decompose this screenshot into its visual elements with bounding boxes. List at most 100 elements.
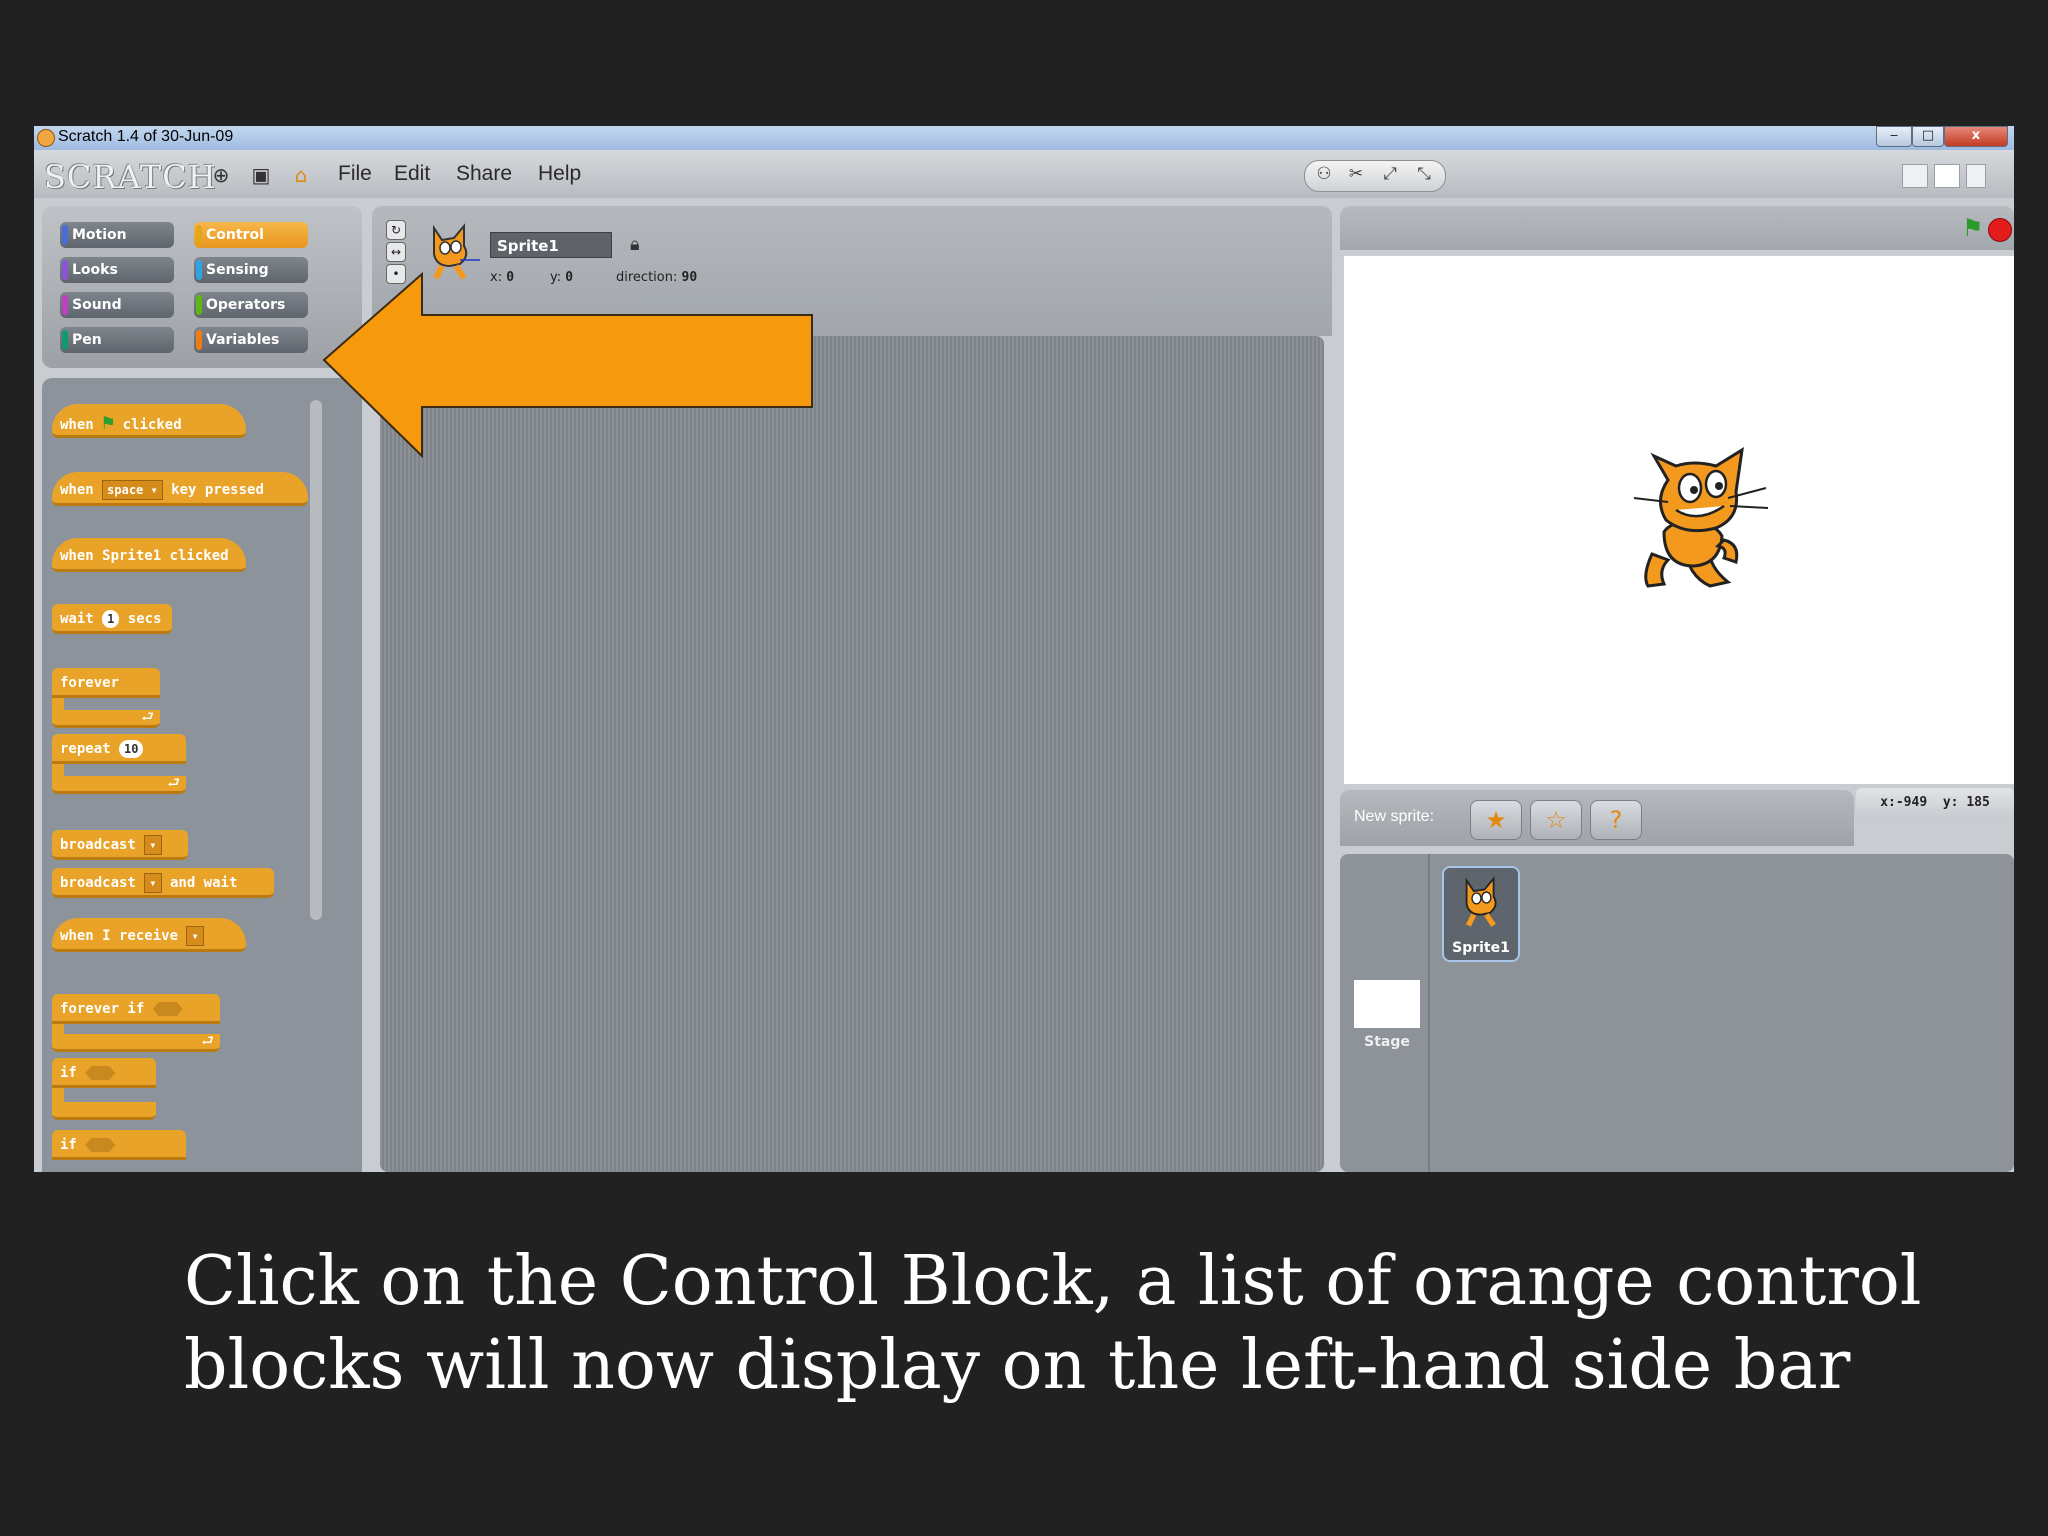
share-icon[interactable]: ⌂ (290, 164, 312, 186)
mouse-coordinates: x:-949 y: 185 (1856, 788, 2014, 818)
category-sound[interactable]: Sound (60, 292, 174, 318)
category-sensing-label: Sensing (206, 262, 269, 278)
save-icon[interactable]: ▣ (250, 164, 272, 186)
block-text: when (60, 417, 94, 433)
block-text: if (60, 1137, 77, 1153)
presentation-mode-button[interactable] (1966, 164, 1986, 188)
block-text: key pressed (171, 482, 264, 498)
new-sprite-label: New sprite: (1354, 808, 1435, 825)
normal-stage-view-button[interactable] (1934, 164, 1960, 188)
condition-slot[interactable] (152, 1002, 183, 1016)
block-text: when I receive (60, 928, 179, 944)
stage-controls: ⚑ (1340, 206, 2014, 250)
if-header: if (52, 1058, 156, 1088)
block-text: when (60, 482, 94, 498)
looks-color-bar (62, 260, 68, 280)
paint-new-sprite-icon[interactable]: ★ (1470, 800, 1522, 840)
forever-if-block[interactable]: forever if ⮐ (52, 994, 220, 1052)
palette-scrollbar[interactable] (310, 400, 322, 920)
choose-sprite-from-file-icon[interactable]: ☆ (1530, 800, 1582, 840)
delete-icon[interactable]: ✂ (1341, 164, 1371, 184)
menu-share[interactable]: Share (456, 162, 512, 186)
forever-block[interactable]: forever ⮐ (52, 668, 160, 728)
sprite-name-field[interactable]: Sprite1 (490, 232, 612, 258)
condition-slot[interactable] (85, 1066, 116, 1080)
close-button[interactable]: x (1944, 126, 2008, 147)
operators-color-bar (196, 295, 202, 315)
grow-icon[interactable]: ⤢ (1375, 164, 1405, 184)
rotate-icon[interactable]: ↻ (386, 220, 406, 240)
globe-icon[interactable]: ⊕ (210, 164, 232, 186)
key-dropdown[interactable]: space ▾ (102, 480, 163, 500)
instruction-caption: Click on the Control Block, a list of or… (184, 1242, 1922, 1405)
category-control[interactable]: Control (194, 222, 308, 248)
pen-color-bar (62, 330, 68, 350)
when-i-receive-block[interactable]: when I receive ▾ (52, 918, 246, 952)
when-sprite-clicked-block[interactable]: when Sprite1 clicked (52, 538, 246, 572)
category-variables[interactable]: Variables (194, 327, 308, 353)
wait-secs-block[interactable]: wait 1 secs (52, 604, 172, 634)
if-block[interactable]: if (52, 1058, 156, 1120)
category-looks[interactable]: Looks (60, 257, 174, 283)
message-dropdown[interactable]: ▾ (144, 835, 162, 855)
menu-edit[interactable]: Edit (394, 162, 430, 186)
title-bar: Scratch 1.4 of 30-Jun-09 ‒ □ x (34, 126, 2014, 150)
flip-icon[interactable]: ↔ (386, 242, 406, 262)
shrink-icon[interactable]: ⤡ (1409, 164, 1439, 184)
control-color-bar (196, 225, 202, 245)
condition-slot[interactable] (85, 1138, 116, 1152)
block-text: broadcast (60, 837, 136, 853)
category-sensing[interactable]: Sensing (194, 257, 308, 283)
sprite-thumbnail[interactable]: Sprite1 (1442, 866, 1520, 962)
scratch-cat-sprite[interactable] (1624, 436, 1774, 596)
stage-label: Stage (1364, 1034, 1410, 1050)
random-sprite-icon[interactable]: ? (1590, 800, 1642, 840)
block-text: broadcast (60, 875, 136, 891)
menu-file[interactable]: File (338, 162, 372, 186)
menu-help[interactable]: Help (538, 162, 581, 186)
category-looks-label: Looks (72, 262, 118, 278)
message-dropdown[interactable]: ▾ (144, 873, 162, 893)
menu-bar: SCRATCH ⊕ ▣ ⌂ File Edit Share Help ⚇ ✂ ⤢… (34, 150, 2014, 198)
category-motion-label: Motion (72, 227, 127, 243)
stage[interactable] (1344, 256, 2014, 784)
category-operators[interactable]: Operators (194, 292, 308, 318)
category-pen[interactable]: Pen (60, 327, 174, 353)
if-bottom (52, 1102, 156, 1120)
stop-sign-icon[interactable] (1988, 218, 2012, 242)
small-stage-view-button[interactable] (1902, 164, 1928, 188)
category-operators-label: Operators (206, 297, 286, 313)
duplicate-icon[interactable]: ⚇ (1309, 164, 1339, 184)
sprite-thumb-label: Sprite1 (1452, 940, 1510, 956)
app-icon (37, 129, 55, 147)
key-dropdown-value: space (107, 483, 144, 497)
block-text: clicked (122, 417, 182, 433)
if-else-block[interactable]: if (52, 1130, 186, 1160)
when-key-pressed-block[interactable]: when space ▾ key pressed (52, 472, 308, 506)
block-text: and wait (169, 875, 238, 891)
broadcast-block[interactable]: broadcast ▾ (52, 830, 188, 860)
repeat-block[interactable]: repeat 10 ⮐ (52, 734, 186, 794)
scratch-logo: SCRATCH (44, 158, 217, 196)
sensing-color-bar (196, 260, 202, 280)
message-dropdown[interactable]: ▾ (186, 926, 204, 946)
scripts-area[interactable] (380, 336, 1324, 1172)
broadcast-and-wait-block[interactable]: broadcast ▾ and wait (52, 868, 274, 898)
minimize-button[interactable]: ‒ (1876, 126, 1912, 147)
window-title: Scratch 1.4 of 30-Jun-09 (58, 128, 234, 145)
stage-thumbnail[interactable] (1354, 980, 1420, 1028)
repeat-count-input[interactable]: 10 (119, 740, 144, 758)
wait-value-input[interactable]: 1 (102, 610, 120, 628)
category-variables-label: Variables (206, 332, 280, 348)
mouse-x-value: -949 (1895, 795, 1928, 810)
category-motion[interactable]: Motion (60, 222, 174, 248)
lock-icon[interactable]: 🔒︎ (630, 234, 640, 255)
maximize-button[interactable]: □ (1912, 126, 1944, 147)
category-sound-label: Sound (72, 297, 122, 313)
loop-arrow-icon: ⮐ (52, 710, 160, 728)
green-flag-icon[interactable]: ⚑ (1962, 214, 1984, 242)
when-flag-clicked-block[interactable]: when ⚑ clicked (52, 404, 246, 438)
block-text: repeat (60, 741, 111, 757)
loop-arrow-icon: ⮐ (52, 776, 186, 794)
block-palette: when ⚑ clicked when space ▾ key pressed … (42, 378, 362, 1172)
